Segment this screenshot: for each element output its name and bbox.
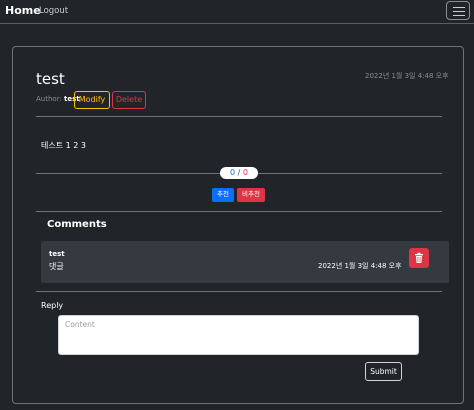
downvote-count: 0 [242,168,248,177]
divider [36,291,442,292]
post-card: test 2022년 1월 3일 4:48 오후 Author: test Mo… [12,46,464,404]
reply-label: Reply [41,301,64,310]
unrecommend-button[interactable]: 비추천 [237,188,265,202]
comment-text: 댓글 [49,262,64,271]
divider [36,211,442,212]
reply-content-input[interactable] [58,315,419,355]
logout-link[interactable]: Logout [39,6,68,16]
submit-button[interactable]: Submit [365,362,402,381]
vote-count-badge: 0 / 0 [220,167,258,179]
upvote-count: 0 [230,168,236,177]
comments-heading: Comments [47,219,107,230]
modify-button[interactable]: Modify [74,91,110,109]
navbar-toggler-button[interactable] [446,1,470,20]
vote-separator: / [237,168,241,177]
comment-author: test [49,250,65,258]
divider [36,116,442,117]
comment-date: 2022년 1월 3일 4:48 오후 [318,262,402,270]
post-content: 테스트 1 2 3 [41,141,86,150]
post-date: 2022년 1월 3일 4:48 오후 [365,72,449,80]
comment-item: test 댓글 2022년 1월 3일 4:48 오후 [41,241,449,283]
navbar: Home Logout [0,0,474,24]
post-title: test [36,70,65,88]
author-label: Author: [36,95,62,103]
trash-icon [415,252,423,263]
home-brand-link[interactable]: Home [5,4,41,17]
delete-comment-button[interactable] [409,248,429,268]
delete-post-button[interactable]: Delete [112,91,146,109]
recommend-button[interactable]: 추천 [212,188,234,202]
